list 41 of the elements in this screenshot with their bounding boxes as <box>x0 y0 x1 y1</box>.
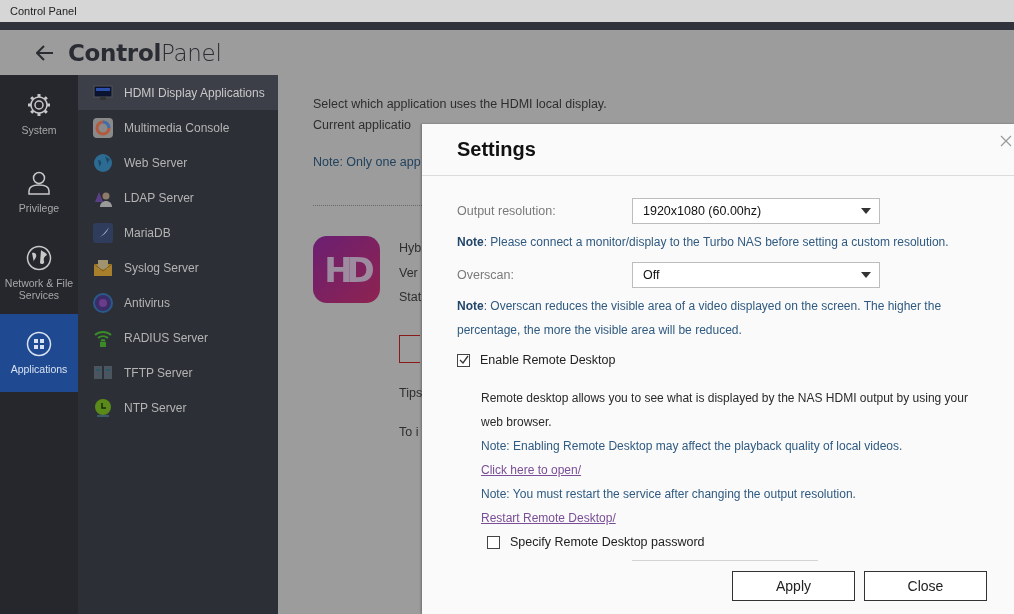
app-list-item[interactable]: Multimedia Console <box>78 110 278 145</box>
link[interactable]: Restart Remote Desktop/ <box>481 511 616 525</box>
app-list-item[interactable]: Antivirus <box>78 285 278 320</box>
dropdown[interactable]: 1920x1080 (60.00hz) <box>632 198 880 224</box>
note-text: Note: Only one app <box>313 154 421 171</box>
app-info-text: Hyb <box>399 240 422 257</box>
app-list-item[interactable]: Syslog Server <box>78 250 278 285</box>
app-list-item[interactable]: HDMI Display Applications <box>78 75 278 110</box>
tips-text: Tips <box>399 384 423 402</box>
description-text: Remote desktop allows you to see what is displayed by the NAS HDMI output by using your web browser. <box>481 390 969 431</box>
current-app-text: Current applicatio <box>313 117 411 134</box>
intro-text: Select which application uses the HDMI local display. <box>313 96 607 113</box>
app-info-text: Ver <box>399 264 418 282</box>
app-list-item[interactable]: RADIUS Server <box>78 320 278 355</box>
note-text: Note: Please connect a monitor/display to the Turbo NAS before setting a custom resolution. <box>457 234 950 251</box>
dialog-button[interactable]: Close <box>864 571 987 601</box>
app-info-text: Stat <box>399 289 422 306</box>
app-list-item[interactable]: TFTP Server <box>78 355 278 390</box>
app-logo: HD <box>313 236 380 303</box>
field-label: Output resolution: <box>457 204 557 218</box>
dropdown[interactable]: Off <box>632 262 880 288</box>
link[interactable]: Click here to open/ <box>481 463 582 477</box>
note-text: Note: Overscan reduces the visible area of a video displayed on the screen. The higher the percentage, the more the visible area will be reduced. <box>457 298 943 339</box>
nav-category[interactable]: Privilege <box>0 153 78 231</box>
nav-category[interactable]: Network & File Services <box>0 231 78 314</box>
hint-text: To i <box>399 423 419 441</box>
app-list-item[interactable]: Web Server <box>78 145 278 180</box>
field-label: Overscan: <box>457 268 515 282</box>
checkbox-label: Specify Remote Desktop password <box>510 535 705 549</box>
app-title: ControlPanel <box>68 39 222 66</box>
app-list-item[interactable]: NTP Server <box>78 390 278 425</box>
app-list-item[interactable]: LDAP Server <box>78 180 278 215</box>
note-text: Note: You must restart the service after changing the output resolution. <box>481 486 857 503</box>
dialog-button[interactable]: Apply <box>732 571 855 601</box>
window-title: Control Panel <box>10 5 77 17</box>
note-text: Note: Enabling Remote Desktop may affect the playback quality of local videos. <box>481 438 904 455</box>
checkbox-label: Enable Remote Desktop <box>480 353 616 367</box>
app-list-item[interactable]: MariaDB <box>78 215 278 250</box>
dialog-title: Settings <box>457 138 536 161</box>
nav-category[interactable]: Applications <box>0 314 78 392</box>
nav-category[interactable]: System <box>0 75 78 153</box>
